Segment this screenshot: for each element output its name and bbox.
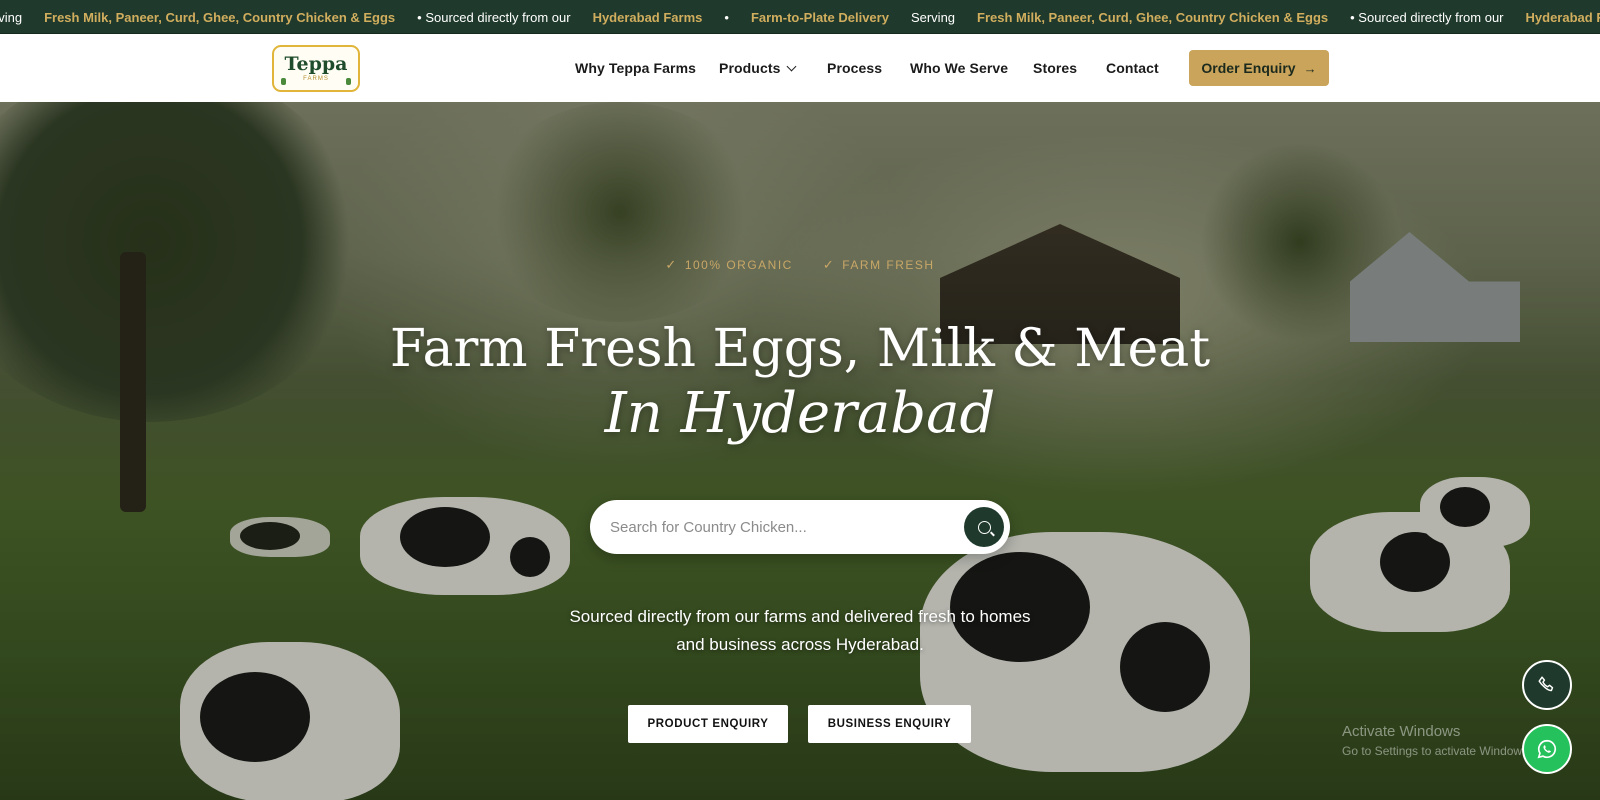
badge-farm-fresh-label: FARM FRESH [842, 258, 935, 272]
nav-stores[interactable]: Stores [1033, 60, 1077, 76]
ticker-segment: Hyderabad Farms [1525, 9, 1600, 25]
nav-who-we-serve[interactable]: Who We Serve [910, 60, 1008, 76]
order-enquiry-label: Order Enquiry [1201, 60, 1296, 76]
watermark-subtitle: Go to Settings to activate Windows. [1342, 744, 1532, 758]
logo-wordmark: Teppa [284, 53, 348, 75]
hero-section: ✓ 100% ORGANIC ✓ FARM FRESH Farm Fresh E… [0, 102, 1600, 800]
nav-why-teppa-farms[interactable]: Why Teppa Farms [575, 60, 696, 76]
announcement-ticker: Serving Fresh Milk, Paneer, Curd, Ghee, C… [0, 0, 1600, 34]
ticker-segment: Farm-to-Plate Delivery [750, 9, 889, 25]
arrow-right-icon: → [1303, 60, 1317, 76]
badge-organic: ✓ 100% ORGANIC [665, 257, 792, 273]
hero-subtitle-line: and business across Hyderabad. [676, 635, 924, 654]
search-icon [977, 520, 991, 534]
site-header: Teppa FARMS Why Teppa Farms Products Pro… [0, 34, 1600, 102]
hero-badges: ✓ 100% ORGANIC ✓ FARM FRESH [0, 257, 1600, 273]
nav-products-label: Products [719, 60, 781, 76]
search-input[interactable] [610, 500, 940, 554]
ticker-segment: Fresh Milk, Paneer, Curd, Ghee, Country … [977, 9, 1329, 25]
logo-leaf-icon [281, 78, 286, 85]
badge-organic-label: 100% ORGANIC [684, 258, 793, 272]
nav-contact[interactable]: Contact [1106, 60, 1159, 76]
logo-subtitle: FARMS [303, 76, 329, 82]
check-icon: ✓ [665, 257, 678, 272]
nav-process[interactable]: Process [827, 60, 882, 76]
ticker-segment: Hyderabad Farms [592, 9, 703, 25]
nav-products[interactable]: Products [719, 60, 797, 76]
business-enquiry-button[interactable]: BUSINESS ENQUIRY [808, 705, 971, 743]
chevron-down-icon [787, 61, 797, 72]
hero-title-italic: In Hyderabad [604, 381, 996, 446]
windows-activation-watermark: Activate Windows Go to Settings to activ… [1342, 723, 1531, 758]
order-enquiry-button[interactable]: Order Enquiry → [1189, 50, 1329, 86]
product-enquiry-button[interactable]: PRODUCT ENQUIRY [628, 705, 788, 743]
ticker-segment: Fresh Milk, Paneer, Curd, Ghee, Country … [44, 9, 396, 25]
product-search [590, 500, 1010, 554]
hero-overlay [0, 102, 1600, 800]
logo-leaf-icon [346, 78, 351, 85]
ticker-segment: • Sourced directly from our [417, 9, 571, 25]
search-button[interactable] [964, 507, 1004, 547]
badge-farm-fresh: ✓ FARM FRESH [823, 257, 935, 273]
check-icon: ✓ [822, 257, 836, 272]
ticker-track: Serving Fresh Milk, Paneer, Curd, Ghee, C… [0, 0, 1600, 33]
teppa-farms-logo[interactable]: Teppa FARMS [272, 45, 360, 92]
ticker-segment: Serving [910, 9, 956, 25]
call-button[interactable] [1522, 660, 1572, 710]
watermark-title: Activate Windows [1342, 723, 1461, 740]
ticker-segment: Serving [0, 9, 23, 25]
hero-subtitle-line: Sourced directly from our farms and deli… [569, 607, 1031, 626]
whatsapp-button[interactable] [1522, 724, 1572, 774]
phone-icon [1538, 676, 1554, 692]
ticker-segment: • [724, 9, 729, 25]
hero-subtitle: Sourced directly from our farms and deli… [0, 603, 1600, 659]
hero-title: Farm Fresh Eggs, Milk & Meat [389, 319, 1211, 379]
ticker-segment: • Sourced directly from our [1350, 9, 1504, 25]
whatsapp-icon [1537, 739, 1557, 759]
